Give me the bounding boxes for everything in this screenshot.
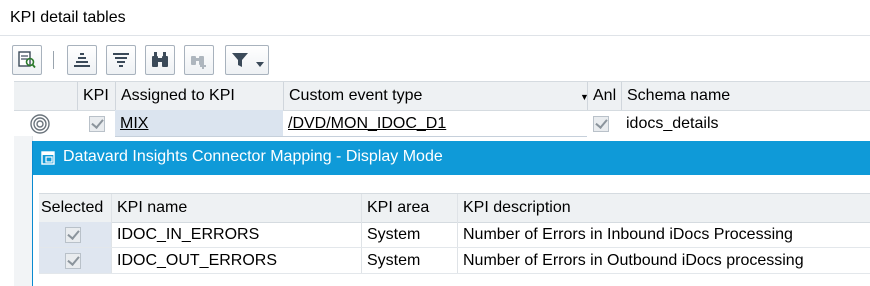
dialog-title: Datavard Insights Connector Mapping - Di… bbox=[63, 148, 443, 165]
filter-button[interactable] bbox=[225, 45, 269, 75]
column-header-selected[interactable]: Selected bbox=[39, 194, 111, 222]
column-header-kpi-area[interactable]: KPI area bbox=[361, 194, 457, 222]
kpi-name-cell: IDOC_IN_ERRORS bbox=[111, 222, 361, 247]
dropdown-arrow-icon bbox=[256, 62, 264, 67]
column-header-kpi[interactable]: KPI bbox=[77, 82, 115, 110]
anl-checkbox bbox=[593, 115, 609, 132]
details-icon bbox=[18, 51, 36, 69]
sort-ascending-button[interactable] bbox=[67, 45, 97, 75]
assigned-kpi-value[interactable]: MIX bbox=[120, 115, 148, 132]
assigned-kpi-field[interactable]: MIX bbox=[115, 110, 283, 137]
find-next-button[interactable] bbox=[184, 45, 214, 75]
dialog-title-bar[interactable]: Datavard Insights Connector Mapping - Di… bbox=[33, 141, 870, 175]
column-header-anl[interactable]: ▼ Anl bbox=[580, 82, 621, 110]
table-row[interactable]: MIX /DVD/MON_IDOC_D1 idocs_details bbox=[14, 110, 870, 137]
filter-icon bbox=[232, 53, 248, 67]
kpi-area-cell: System bbox=[361, 222, 457, 247]
kpi-checkbox-cell bbox=[89, 110, 115, 137]
find-button[interactable] bbox=[145, 45, 175, 75]
row-selector-header bbox=[14, 82, 77, 110]
kpi-name-cell: IDOC_OUT_ERRORS bbox=[111, 248, 361, 273]
panel-title-bar: KPI detail tables bbox=[0, 0, 870, 38]
table-row[interactable]: IDOC_OUT_ERRORS System Number of Errors … bbox=[39, 248, 870, 274]
column-header-anl-label: Anl bbox=[593, 87, 617, 104]
title-divider bbox=[0, 35, 870, 36]
selected-checkbox[interactable] bbox=[65, 226, 81, 243]
column-header-kpi-description[interactable]: KPI description bbox=[457, 194, 870, 222]
column-header-schema-name[interactable]: Schema name bbox=[621, 82, 870, 110]
sort-ascending-icon bbox=[74, 53, 90, 67]
sort-descending-button[interactable] bbox=[106, 45, 136, 75]
custom-event-type-value[interactable]: /DVD/MON_IDOC_D1 bbox=[288, 115, 446, 132]
row-detail-cell[interactable] bbox=[14, 110, 77, 137]
sort-descending-icon bbox=[113, 53, 129, 67]
selected-cell[interactable] bbox=[39, 248, 111, 273]
row-selector-column bbox=[14, 136, 33, 286]
table-row[interactable]: IDOC_IN_ERRORS System Number of Errors i… bbox=[39, 222, 870, 248]
window-icon bbox=[41, 151, 55, 165]
kpi-description-cell: Number of Errors in Outbound iDocs proce… bbox=[457, 248, 870, 273]
selected-checkbox[interactable] bbox=[65, 252, 81, 269]
spiral-icon bbox=[30, 114, 50, 134]
panel-title: KPI detail tables bbox=[10, 9, 126, 26]
toolbar-separator bbox=[53, 51, 54, 69]
anl-checkbox-cell bbox=[591, 110, 621, 137]
details-button[interactable] bbox=[12, 45, 42, 75]
selected-cell[interactable] bbox=[39, 222, 111, 247]
custom-event-type-cell[interactable]: /DVD/MON_IDOC_D1 bbox=[283, 110, 587, 137]
mapping-table-header: Selected KPI name KPI area KPI descripti… bbox=[39, 193, 870, 223]
column-header-kpi-name[interactable]: KPI name bbox=[111, 194, 361, 222]
schema-name-cell: idocs_details bbox=[626, 115, 719, 132]
mapping-dialog: Datavard Insights Connector Mapping - Di… bbox=[32, 141, 870, 286]
find-next-icon bbox=[191, 56, 206, 69]
kpi-area-cell: System bbox=[361, 248, 457, 273]
binoculars-icon bbox=[152, 52, 168, 67]
column-header-custom-event-type[interactable]: Custom event type bbox=[283, 82, 587, 110]
column-header-assigned-to-kpi[interactable]: Assigned to KPI bbox=[115, 82, 283, 110]
sort-indicator-icon: ▼ bbox=[580, 92, 589, 102]
kpi-grid-header: KPI Assigned to KPI Custom event type ▼ … bbox=[14, 81, 870, 111]
kpi-description-cell: Number of Errors in Inbound iDocs Proces… bbox=[457, 222, 870, 247]
kpi-checkbox bbox=[89, 115, 105, 132]
